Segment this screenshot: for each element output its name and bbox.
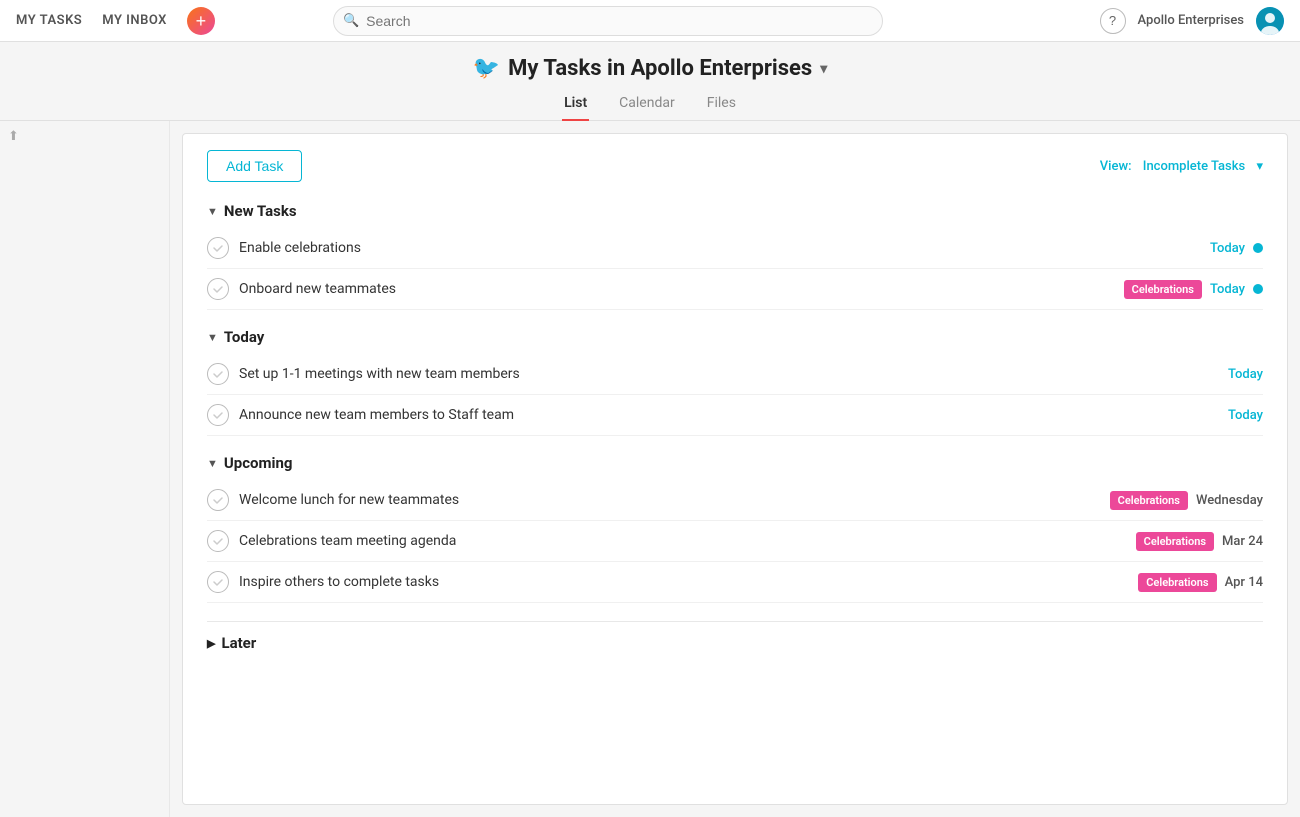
task-meta-2: Celebrations Today [1124,280,1263,299]
task-row[interactable]: Set up 1-1 meetings with new team member… [207,354,1263,395]
search-input[interactable] [333,6,883,36]
task-check-5[interactable] [207,489,229,511]
task-name-4: Announce new team members to Staff team [239,407,1218,423]
section-title-upcoming: Upcoming [224,454,293,472]
section-upcoming: ▼ Upcoming Welcome lunch for new teammat… [207,454,1263,603]
section-header-today[interactable]: ▼ Today [207,328,1263,346]
task-name-6: Celebrations team meeting agenda [239,533,1126,549]
page-title: 🐦 My Tasks in Apollo Enterprises ▾ [0,56,1300,81]
main-content: Add Task View: Incomplete Tasks ▾ ▼ New … [182,133,1288,805]
task-row[interactable]: Inspire others to complete tasks Celebra… [207,562,1263,603]
task-date-3: Today [1228,367,1263,382]
section-title-new-tasks: New Tasks [224,202,297,220]
task-date-7: Apr 14 [1225,575,1263,590]
task-meta-7: Celebrations Apr 14 [1138,573,1263,592]
task-dot-2 [1253,284,1263,294]
sidebar-collapse-icon[interactable]: ⬆ [0,121,169,152]
org-name: Apollo Enterprises [1138,13,1244,28]
page-title-chevron[interactable]: ▾ [820,61,827,77]
task-tag-2: Celebrations [1124,280,1202,299]
section-arrow-upcoming: ▼ [207,457,218,470]
task-date-1: Today [1210,241,1245,256]
my-inbox-nav[interactable]: MY INBOX [102,13,167,28]
task-date-4: Today [1228,408,1263,423]
task-name-3: Set up 1-1 meetings with new team member… [239,366,1218,382]
task-tag-5: Celebrations [1110,491,1188,510]
section-title-later: Later [221,634,256,652]
view-chevron: ▾ [1256,159,1263,174]
section-header-new-tasks[interactable]: ▼ New Tasks [207,202,1263,220]
task-date-6: Mar 24 [1222,534,1263,549]
section-arrow-new-tasks: ▼ [207,205,218,218]
tab-files[interactable]: Files [705,89,738,121]
section-arrow-later: ▶ [207,637,215,650]
tab-calendar[interactable]: Calendar [617,89,677,121]
page-header: 🐦 My Tasks in Apollo Enterprises ▾ List … [0,42,1300,121]
task-date-2: Today [1210,282,1245,297]
task-dot-1 [1253,243,1263,253]
toolbar: Add Task View: Incomplete Tasks ▾ [207,150,1263,182]
task-date-5: Wednesday [1196,493,1263,508]
task-name-1: Enable celebrations [239,240,1200,256]
add-task-button[interactable]: Add Task [207,150,302,182]
section-today: ▼ Today Set up 1-1 meetings with new tea… [207,328,1263,436]
help-button[interactable]: ? [1100,8,1126,34]
task-row[interactable]: Onboard new teammates Celebrations Today [207,269,1263,310]
nav-right: ? Apollo Enterprises [1100,7,1284,35]
section-new-tasks: ▼ New Tasks Enable celebrations Today [207,202,1263,310]
avatar[interactable] [1256,7,1284,35]
my-tasks-nav[interactable]: MY TASKS [16,13,82,28]
task-row[interactable]: Enable celebrations Today [207,228,1263,269]
section-title-today: Today [224,328,264,346]
content-area: ⬆ Add Task View: Incomplete Tasks ▾ ▼ Ne… [0,121,1300,817]
task-meta-5: Celebrations Wednesday [1110,491,1263,510]
add-button[interactable]: + [187,7,215,35]
page-tabs: List Calendar Files [0,89,1300,121]
search-icon: 🔍 [343,13,359,28]
view-label: View: [1100,159,1132,174]
task-check-2[interactable] [207,278,229,300]
page-title-icon: 🐦 [473,56,500,81]
task-check-4[interactable] [207,404,229,426]
task-tag-6: Celebrations [1136,532,1214,551]
task-meta-6: Celebrations Mar 24 [1136,532,1263,551]
tab-list[interactable]: List [562,89,589,121]
task-check-6[interactable] [207,530,229,552]
section-arrow-today: ▼ [207,331,218,344]
section-header-upcoming[interactable]: ▼ Upcoming [207,454,1263,472]
task-row[interactable]: Announce new team members to Staff team … [207,395,1263,436]
task-tag-7: Celebrations [1138,573,1216,592]
task-meta-4: Today [1228,408,1263,423]
task-row[interactable]: Welcome lunch for new teammates Celebrat… [207,480,1263,521]
top-nav: MY TASKS MY INBOX + 🔍 ? Apollo Enterpris… [0,0,1300,42]
task-name-7: Inspire others to complete tasks [239,574,1128,590]
view-selector[interactable]: View: Incomplete Tasks ▾ [1100,159,1263,174]
task-meta-3: Today [1228,367,1263,382]
page-title-text: My Tasks in Apollo Enterprises [508,56,812,81]
section-header-later[interactable]: ▶ Later [207,621,1263,658]
task-name-2: Onboard new teammates [239,281,1114,297]
task-check-3[interactable] [207,363,229,385]
sidebar: ⬆ [0,121,170,817]
task-row[interactable]: Celebrations team meeting agenda Celebra… [207,521,1263,562]
task-name-5: Welcome lunch for new teammates [239,492,1100,508]
task-check-1[interactable] [207,237,229,259]
view-value: Incomplete Tasks [1143,159,1245,174]
task-meta-1: Today [1210,241,1263,256]
search-bar: 🔍 [333,6,883,36]
task-check-7[interactable] [207,571,229,593]
